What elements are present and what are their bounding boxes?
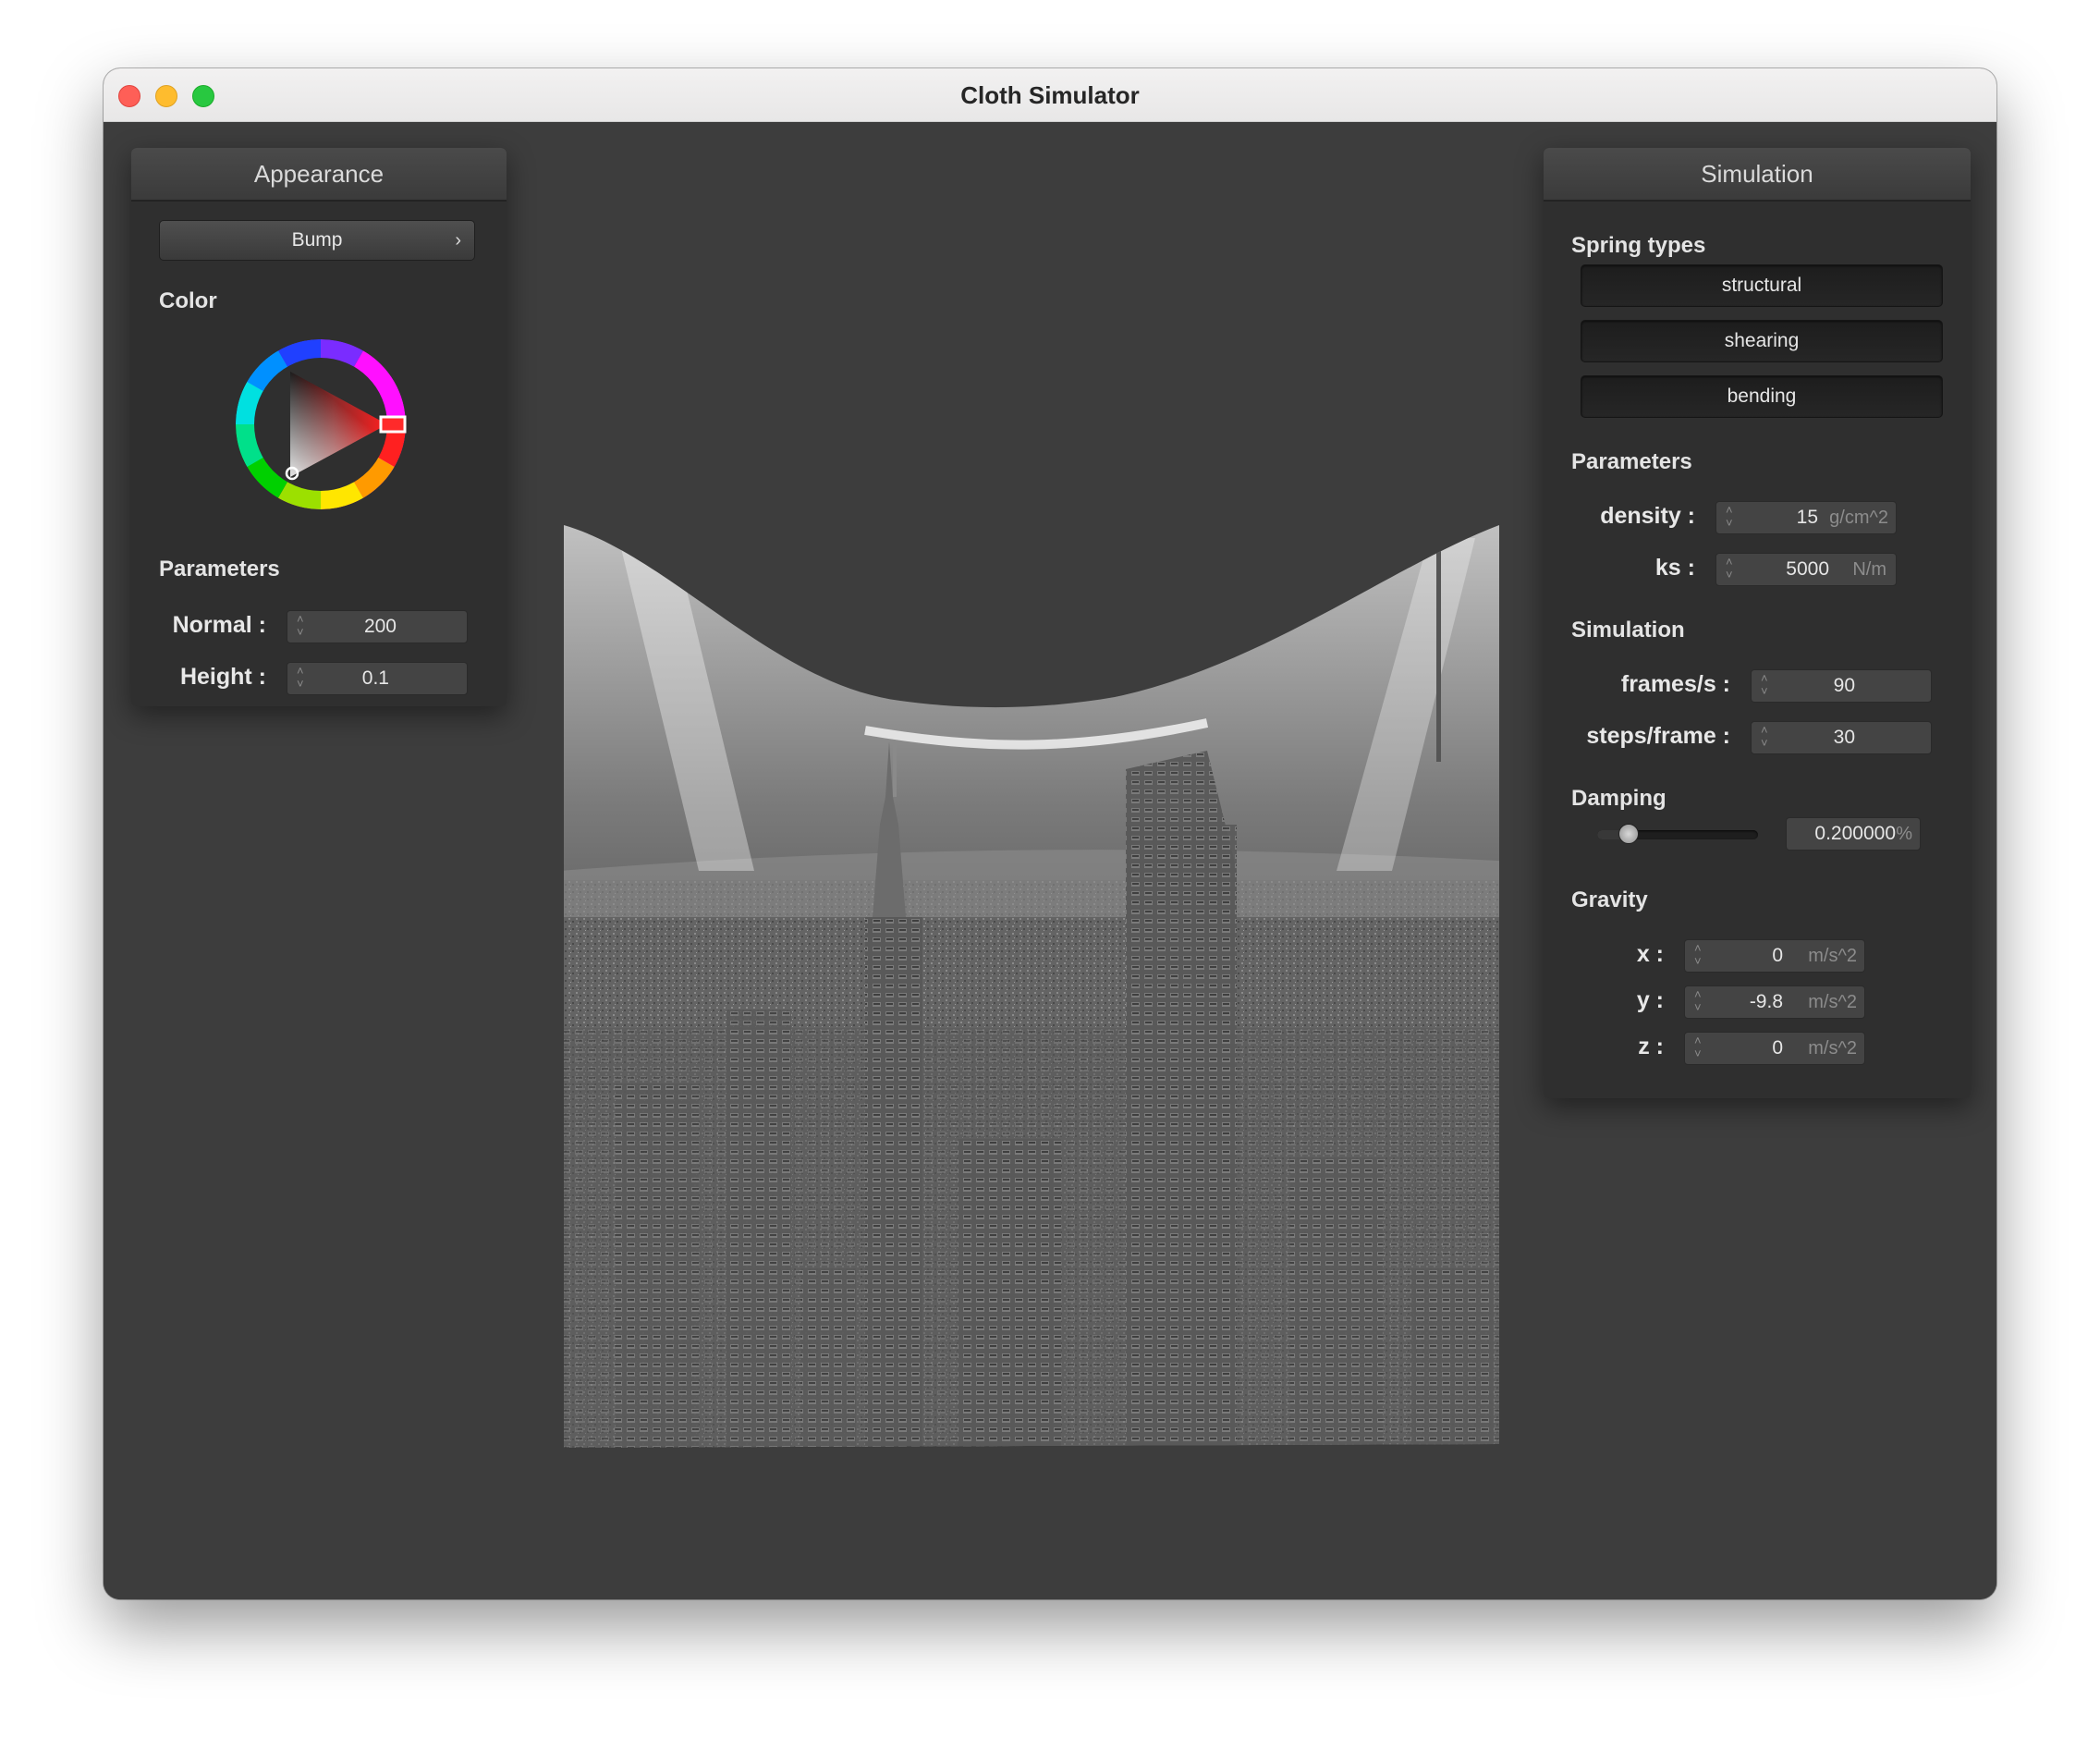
chevron-right-icon: › [455, 230, 461, 251]
gravity-z-value: 0 [1772, 1037, 1783, 1059]
app-window: Cloth Simulator Appearance Bump › Color … [104, 68, 1996, 1599]
gravity-y-unit: m/s^2 [1808, 992, 1857, 1012]
spinner-arrows-icon[interactable]: ˄ ˅ [1694, 942, 1702, 968]
spinner-arrows-icon[interactable]: ˄ ˅ [1726, 504, 1733, 530]
damping-unit: % [1896, 824, 1912, 844]
gravity-y-input[interactable]: ˄ ˅ -9.8 m/s^2 [1684, 985, 1865, 1019]
frames-per-second-label: frames/s : [1620, 671, 1730, 697]
steps-per-frame-label: steps/frame : [1586, 723, 1730, 749]
gravity-z-unit: m/s^2 [1808, 1038, 1857, 1059]
shearing-toggle-button[interactable]: shearing [1581, 320, 1943, 362]
damping-slider-track[interactable] [1597, 824, 1758, 844]
gravity-x-label: x : [1636, 941, 1664, 967]
title-bar[interactable]: Cloth Simulator [104, 68, 1996, 122]
ks-label: ks : [1654, 555, 1695, 581]
simulation-panel-title[interactable]: Simulation [1544, 148, 1971, 202]
simulation-panel: Simulation Spring types structural shear… [1544, 148, 1971, 1098]
color-section-label: Color [159, 288, 217, 313]
spinner-arrows-icon[interactable]: ˄ ˅ [1694, 1034, 1702, 1060]
gravity-x-input[interactable]: ˄ ˅ 0 m/s^2 [1684, 939, 1865, 973]
damping-input[interactable]: 0.200000 % [1786, 817, 1921, 851]
cloth-render[interactable] [560, 436, 1514, 1453]
bending-toggle-button[interactable]: bending [1581, 375, 1943, 418]
density-value: 15 [1796, 507, 1818, 528]
density-input[interactable]: ˄ ˅ 15 g/cm^2 [1715, 501, 1897, 534]
density-unit: g/cm^2 [1829, 508, 1888, 528]
spinner-arrows-icon[interactable]: ˄ ˅ [1761, 672, 1768, 698]
hue-marker[interactable] [379, 415, 407, 434]
color-wheel[interactable] [235, 338, 407, 510]
spinner-arrows-icon[interactable]: ˄ ˅ [1694, 988, 1702, 1014]
appearance-panel-title[interactable]: Appearance [131, 148, 507, 202]
height-value: 0.1 [361, 667, 389, 689]
gravity-z-label: z : [1638, 1034, 1664, 1059]
gravity-y-value: -9.8 [1749, 991, 1783, 1012]
ks-value: 5000 [1786, 558, 1829, 580]
shader-dropdown[interactable]: Bump › [159, 220, 475, 261]
structural-toggle-button[interactable]: structural [1581, 264, 1943, 307]
density-label: density : [1600, 503, 1695, 529]
ks-input[interactable]: ˄ ˅ 5000 N/m [1715, 553, 1897, 586]
normal-label: Normal : [172, 612, 266, 638]
spinner-arrows-icon[interactable]: ˄ ˅ [1726, 556, 1733, 581]
height-label: Height : [179, 664, 266, 690]
damping-value: 0.200000 [1814, 823, 1896, 844]
normal-value: 200 [363, 616, 397, 637]
ks-unit: N/m [1852, 559, 1886, 580]
spinner-arrows-icon[interactable]: ˄ ˅ [297, 665, 304, 691]
frames-per-second-input[interactable]: ˄ ˅ 90 [1751, 669, 1932, 703]
steps-per-frame-input[interactable]: ˄ ˅ 30 [1751, 721, 1932, 754]
normal-input[interactable]: ˄ ˅ 200 [287, 610, 468, 643]
gravity-z-input[interactable]: ˄ ˅ 0 m/s^2 [1684, 1032, 1865, 1065]
spring-types-label: Spring types [1571, 233, 1706, 258]
gravity-x-unit: m/s^2 [1808, 946, 1857, 966]
steps-per-frame-value: 30 [1833, 727, 1855, 748]
simulation-parameters-label: Parameters [1571, 449, 1692, 474]
spinner-arrows-icon[interactable]: ˄ ˅ [297, 613, 304, 639]
damping-label: Damping [1571, 786, 1667, 811]
gravity-label: Gravity [1571, 887, 1648, 912]
shader-dropdown-value: Bump [291, 229, 343, 251]
window-title: Cloth Simulator [960, 81, 1140, 109]
damping-slider-handle[interactable] [1618, 824, 1639, 844]
frames-per-second-value: 90 [1833, 675, 1855, 696]
appearance-parameters-label: Parameters [159, 557, 280, 581]
gravity-x-value: 0 [1772, 945, 1783, 966]
spinner-arrows-icon[interactable]: ˄ ˅ [1761, 724, 1768, 750]
gravity-y-label: y : [1636, 987, 1664, 1013]
render-viewport[interactable]: Appearance Bump › Color Parameters Norma… [104, 122, 1996, 1599]
simulation-section-label: Simulation [1571, 618, 1685, 643]
appearance-panel: Appearance Bump › Color Parameters Norma… [131, 148, 507, 706]
height-input[interactable]: ˄ ˅ 0.1 [287, 662, 468, 695]
